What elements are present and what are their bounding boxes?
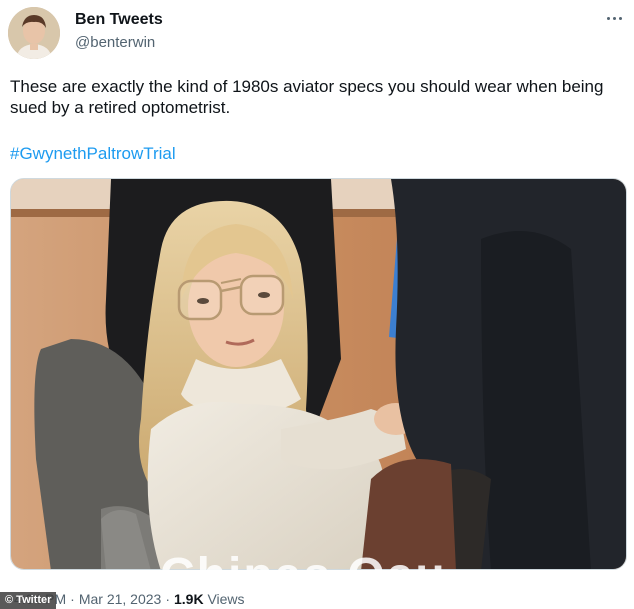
- tweet-photo[interactable]: [10, 178, 627, 570]
- source-badge: © Twitter: [0, 592, 57, 609]
- dot: [607, 16, 610, 20]
- views-count: 1.9K: [173, 591, 204, 607]
- author-display-name[interactable]: Ben Tweets: [75, 11, 163, 29]
- meta-separator: ·: [165, 591, 170, 607]
- tweet-date[interactable]: Mar 21, 2023: [79, 591, 162, 607]
- views-label: Views: [207, 591, 245, 607]
- tweet-card: Ben Tweets @benterwin These are exactly …: [0, 0, 634, 609]
- meta-separator: ·: [70, 591, 75, 607]
- author-avatar[interactable]: [8, 7, 60, 59]
- dot: [613, 16, 616, 20]
- more-dots-icon[interactable]: [607, 13, 627, 23]
- hashtag-link[interactable]: #GwynethPaltrowTrial: [10, 144, 176, 164]
- dot: [619, 16, 622, 20]
- author-handle[interactable]: @benterwin: [75, 34, 155, 51]
- tweet-text: These are exactly the kind of 1980s avia…: [10, 77, 604, 117]
